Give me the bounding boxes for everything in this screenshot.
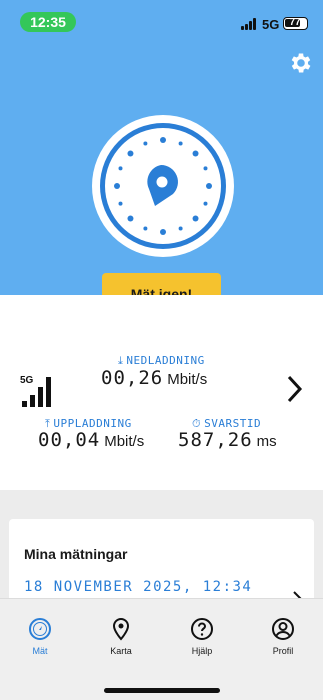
download-unit: Mbit/s — [167, 371, 208, 388]
bottom-nav: Mät Karta Hjälp Profil — [0, 598, 323, 700]
download-value: 00,26 — [101, 367, 164, 389]
gauge-tick — [143, 226, 148, 231]
latency-unit: ms — [256, 433, 277, 450]
gauge-tick — [178, 141, 183, 146]
upload-value: 00,04 — [38, 429, 101, 451]
upload-unit: Mbit/s — [104, 433, 145, 450]
nav-label: Mät — [32, 646, 48, 656]
network-type: 5G — [262, 17, 280, 32]
gauge-tick — [192, 215, 199, 222]
gauge-tick — [143, 141, 148, 146]
gauge-tick — [160, 229, 166, 235]
nav-item-mat[interactable]: Mät — [8, 617, 72, 656]
signal-strength-icon — [22, 373, 54, 407]
download-label: NEDLADDNING — [126, 354, 205, 367]
gauge-tick — [203, 166, 208, 171]
nav-label: Profil — [272, 646, 294, 656]
gauge-tick — [118, 166, 123, 171]
download-result: 00,26 Mbit/s — [101, 367, 207, 389]
signal-icon — [241, 18, 259, 30]
measurements-card[interactable]: Mina mätningar 18 NOVEMBER 2025, 12:34 — [9, 519, 314, 609]
gauge-tick — [160, 137, 166, 143]
latency-result: 587,26 ms — [178, 429, 277, 451]
gauge-tick — [127, 150, 134, 157]
home-indicator — [104, 688, 220, 693]
battery-percent: 77 — [289, 17, 301, 28]
hero-panel: 12:35 5G 77 — [0, 0, 323, 295]
gauge-tick — [178, 226, 183, 231]
download-label-group: ⤓ NEDLADDNING — [118, 354, 205, 368]
gauge-tick — [192, 150, 199, 157]
results-panel: ⤓ NEDLADDNING 00,26 Mbit/s 5G ⤒ UPPLADDNING… — [0, 295, 323, 490]
latency-value: 587,26 — [178, 429, 253, 451]
gauge-tick — [206, 183, 212, 189]
measurements-title: Mina mätningar — [24, 546, 128, 562]
upload-result: 00,04 Mbit/s — [38, 429, 144, 451]
nav-item-profil[interactable]: Profil — [251, 617, 315, 656]
help-icon — [191, 618, 213, 640]
gauge-tick — [118, 201, 123, 206]
speedometer-gauge-icon — [92, 115, 234, 257]
nav-item-karta[interactable]: Karta — [89, 617, 153, 656]
nav-label: Hjälp — [191, 646, 213, 656]
nav-label: Karta — [110, 646, 132, 656]
profile-icon — [272, 618, 294, 640]
download-arrow-icon: ⤓ — [118, 354, 124, 367]
status-bar: 12:35 5G 77 — [0, 0, 323, 40]
gear-icon[interactable] — [288, 50, 314, 76]
measurement-date[interactable]: 18 NOVEMBER 2025, 12:34 — [24, 579, 252, 595]
chevron-right-icon[interactable] — [284, 373, 304, 405]
gauge-tick — [127, 215, 134, 222]
battery-icon: 77 — [283, 17, 308, 30]
speedometer-icon — [29, 618, 51, 640]
map-pin-icon — [112, 617, 130, 641]
gauge-tick — [203, 201, 208, 206]
gauge-tick — [114, 183, 120, 189]
status-time: 12:35 — [20, 12, 76, 32]
nav-item-hjalp[interactable]: Hjälp — [170, 617, 234, 656]
